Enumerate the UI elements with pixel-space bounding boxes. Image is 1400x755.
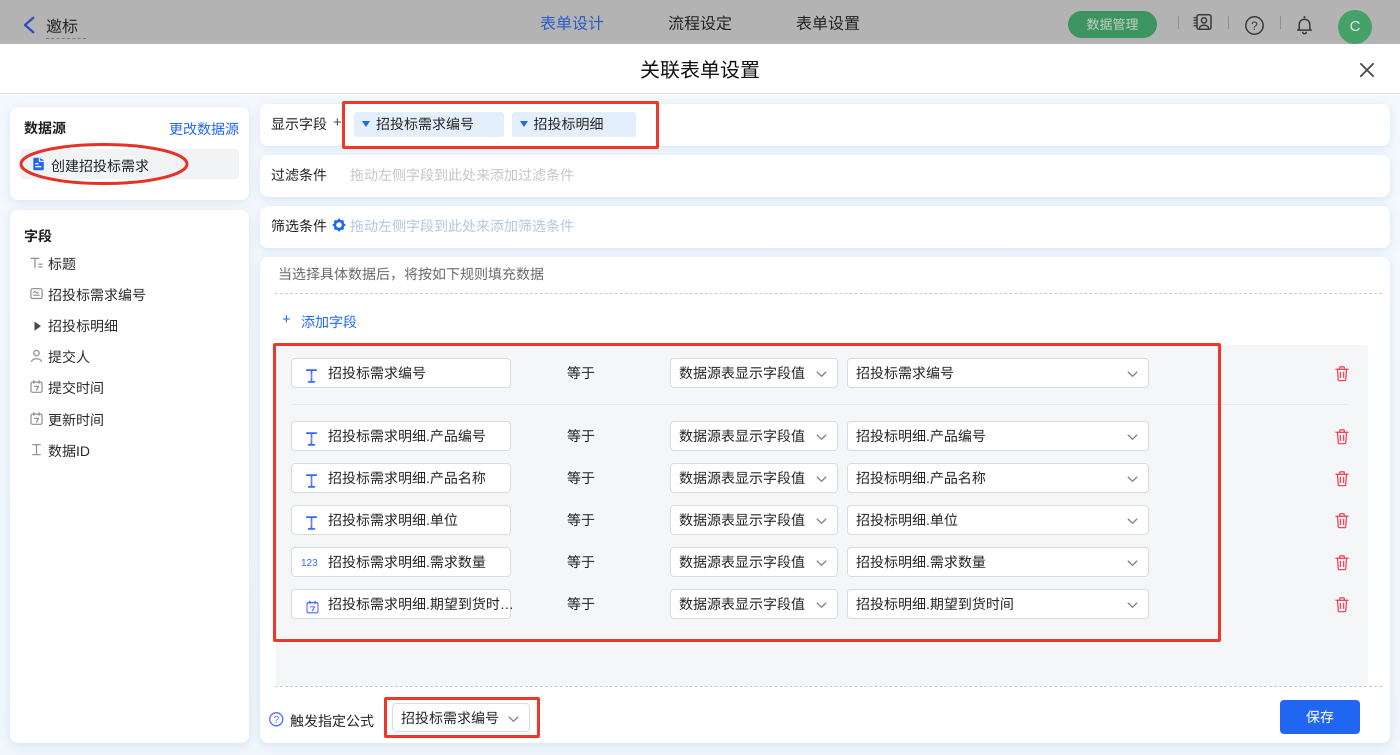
svg-text:?: ? [274, 715, 280, 726]
svg-text:?: ? [1251, 19, 1258, 33]
